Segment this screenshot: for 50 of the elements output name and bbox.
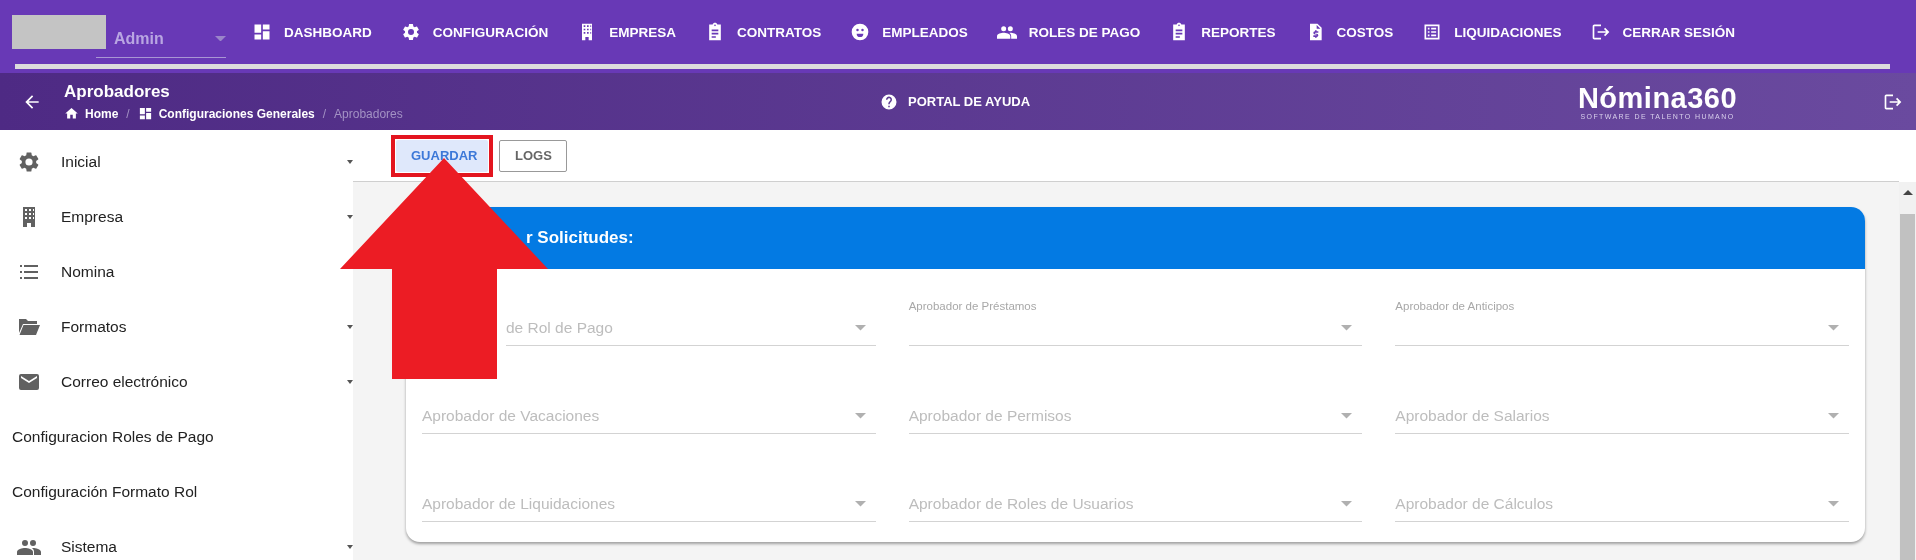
sidebar-item[interactable]: Empresa: [0, 189, 353, 244]
caret-down-icon: [1828, 501, 1839, 507]
sidebar-item[interactable]: Inicial: [0, 134, 353, 189]
caret-down-icon: [854, 413, 866, 419]
scrollbar-thumb[interactable]: [1900, 214, 1915, 560]
breadcrumb-link[interactable]: Aprobadores: [334, 106, 403, 121]
sidebar-item[interactable]: Nomina: [0, 244, 353, 299]
sidebar-item[interactable]: Formatos: [0, 299, 353, 354]
nav-link[interactable]: REPORTES: [1169, 22, 1276, 42]
nav-link[interactable]: COSTOS: [1304, 22, 1394, 42]
caret-down-icon: [854, 325, 866, 331]
scroll-up-icon[interactable]: [1901, 188, 1914, 196]
caret-down-icon: [1341, 413, 1353, 419]
caret-down-icon: [1828, 413, 1839, 419]
nav-link[interactable]: ROLES DE PAGO: [996, 22, 1141, 42]
home-icon: [64, 106, 79, 121]
breadcrumb-link[interactable]: Configuraciones Generales: [158, 106, 315, 121]
logout-icon: [1590, 22, 1611, 42]
caret-down-icon: [854, 501, 866, 507]
nav-link[interactable]: DASHBOARD: [252, 22, 372, 42]
caret-down-icon: [1828, 325, 1839, 331]
nav-link[interactable]: CONTRATOS: [705, 22, 822, 42]
help-icon: [880, 92, 898, 111]
nav-link[interactable]: LIQUIDACIONES: [1422, 22, 1562, 42]
card-title: r Solicitudes:: [526, 228, 634, 248]
list-icon: [1422, 22, 1443, 42]
caret-down-icon: [1341, 325, 1353, 331]
breadcrumb-separator: /: [126, 106, 130, 121]
toolbar-button[interactable]: GUARDAR: [396, 139, 488, 172]
sidebar-item[interactable]: Configuracion Roles de Pago: [0, 409, 353, 464]
help-link[interactable]: PORTAL DE AYUDA: [880, 92, 1570, 111]
nav-link[interactable]: CONFIGURACIÓN: [400, 22, 549, 42]
caret-down-icon: [215, 35, 226, 42]
nav-link[interactable]: CERRAR SESIÓN: [1590, 22, 1736, 42]
breadcrumb-link[interactable]: Home: [85, 106, 119, 121]
page-title: Aprobadores: [64, 82, 171, 102]
caret-down-icon: [1341, 501, 1353, 507]
sidebar-item[interactable]: Configuración Formato Rol: [0, 464, 353, 519]
gear-icon: [400, 22, 421, 42]
nav-link[interactable]: EMPLEADOS: [850, 22, 968, 42]
grid-icon: [137, 106, 153, 121]
breadcrumb-separator: /: [322, 106, 327, 121]
grid-icon: [252, 22, 272, 42]
sidebar-item[interactable]: Sistema: [0, 519, 353, 560]
sidebar-item[interactable]: Correo electrónico: [0, 354, 353, 409]
gear-icon: [17, 149, 41, 174]
logo-name: Nómina360: [1577, 83, 1738, 113]
nav-link[interactable]: EMPRESA: [577, 22, 676, 42]
toolbar-button[interactable]: LOGS: [499, 139, 567, 172]
smiley-icon: [850, 22, 871, 42]
